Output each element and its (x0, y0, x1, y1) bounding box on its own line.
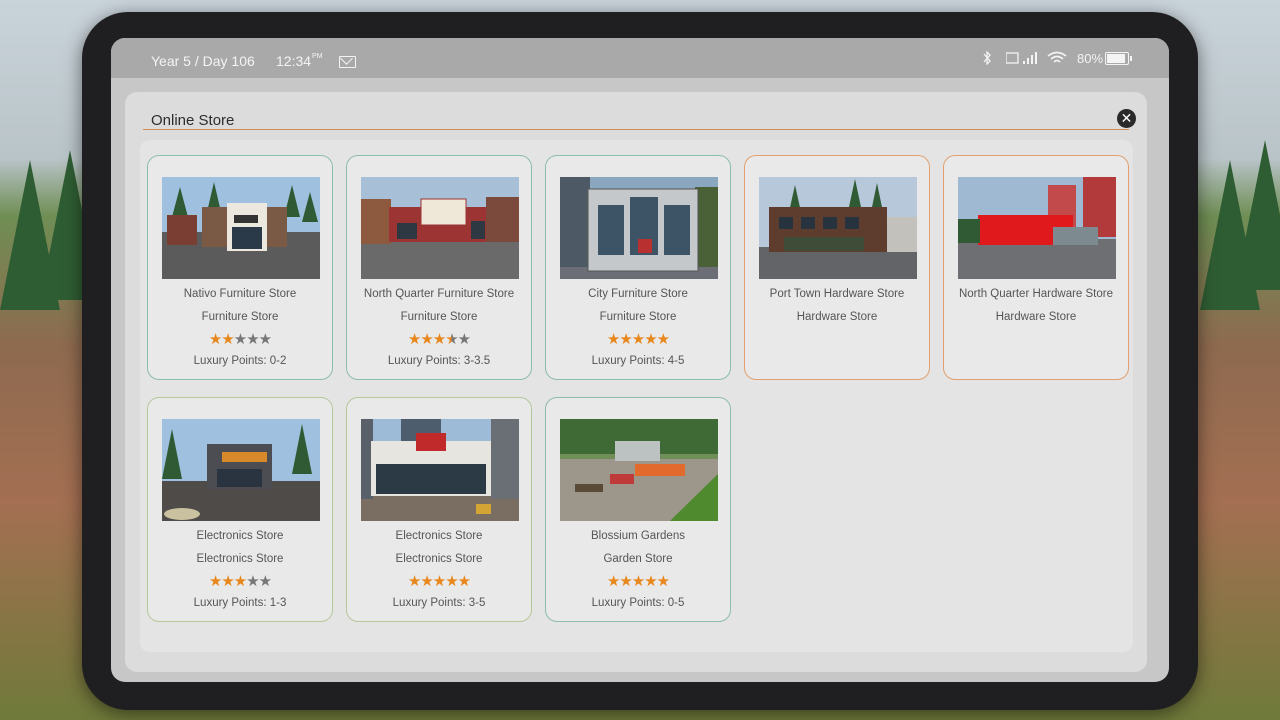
store-card[interactable]: City Furniture Store Furniture Store ★★★★★… (545, 155, 731, 380)
star-icon: ★ (445, 331, 458, 348)
star-icon: ★ (606, 331, 620, 348)
store-name: Nativo Furniture Store (183, 288, 297, 300)
store-category: Furniture Store (400, 311, 478, 323)
store-category: Furniture Store (599, 311, 677, 323)
luxury-points: Luxury Points: 0-5 (591, 597, 685, 609)
time-label: 12:34 (276, 53, 312, 69)
store-name: Electronics Store (395, 530, 483, 542)
wifi-icon (1047, 51, 1067, 68)
star-icon: ★ (445, 573, 458, 590)
star-icon: ★ (258, 331, 272, 348)
star-icon: ★ (631, 331, 645, 348)
battery-fill (1107, 54, 1125, 63)
store-name: Port Town Hardware Store (769, 288, 905, 300)
store-thumbnail (560, 419, 718, 521)
store-thumbnail (958, 177, 1116, 279)
star-icon: ★ (432, 573, 446, 590)
luxury-points: Luxury Points: 1-3 (193, 597, 287, 609)
store-category: Electronics Store (395, 553, 483, 565)
star-rating: ★★★★★ (546, 572, 730, 590)
luxury-points: Luxury Points: 4-5 (591, 355, 685, 367)
battery-icon (1105, 52, 1132, 65)
star-icon: ★ (233, 573, 247, 590)
store-card[interactable]: North Quarter Furniture Store Furniture S… (346, 155, 532, 380)
star-rating: ★★★★★ (546, 330, 730, 348)
store-category: Electronics Store (196, 553, 284, 565)
clock: 12:34PM (276, 53, 323, 69)
star-icon: ★ (644, 331, 657, 348)
store-category: Furniture Store (201, 311, 279, 323)
store-card[interactable]: Nativo Furniture Store Furniture Store ★★★… (147, 155, 333, 380)
star-rating: ★★★★★ (148, 572, 332, 590)
store-card[interactable]: Electronics Store Electronics Store ★★★★★ L… (147, 397, 333, 622)
window-title: Online Store (151, 112, 235, 129)
store-card[interactable]: Port Town Hardware Store Hardware Store (744, 155, 930, 380)
star-icon: ★ (457, 573, 471, 590)
store-grid: Nativo Furniture Store Furniture Store ★★★… (140, 140, 1133, 652)
star-icon: ★ (258, 573, 272, 590)
star-icon: ★ (432, 331, 446, 348)
star-icon: ★ (644, 573, 657, 590)
store-name: Blossium Gardens (591, 530, 685, 542)
online-store-window: Online Store ✕ Nativo Furniture Store Fur… (125, 92, 1147, 672)
star-icon: ★ (619, 573, 632, 590)
star-icon: ★ (221, 573, 234, 590)
store-thumbnail (560, 177, 718, 279)
star-icon: ★ (407, 573, 421, 590)
store-card[interactable]: North Quarter Hardware Store Hardware Sto… (943, 155, 1129, 380)
battery-percent: 80% (1077, 51, 1104, 66)
star-icon: ★ (208, 331, 222, 348)
store-thumbnail (361, 177, 519, 279)
star-icon: ★ (208, 573, 222, 590)
star-icon: ★ (619, 331, 632, 348)
mail-icon[interactable] (339, 56, 356, 68)
bluetooth-icon (981, 50, 993, 68)
store-thumbnail (759, 177, 917, 279)
luxury-points: Luxury Points: 3-5 (392, 597, 486, 609)
store-category: Hardware Store (995, 311, 1077, 323)
luxury-points: Luxury Points: 0-2 (193, 355, 287, 367)
star-icon: ★ (420, 573, 433, 590)
store-category: Hardware Store (796, 311, 878, 323)
star-rating: ★★★★★ (148, 330, 332, 348)
date-label: Year 5 / Day 106 (151, 53, 255, 69)
tablet-screen: Year 5 / Day 106 12:34PM 80% Online Stor… (111, 38, 1169, 682)
star-icon: ★ (631, 573, 645, 590)
star-icon: ★ (246, 573, 259, 590)
star-icon: ★ (407, 331, 421, 348)
star-icon: ★ (246, 331, 259, 348)
star-icon: ★ (457, 331, 471, 348)
star-icon: ★ (656, 573, 670, 590)
star-icon: ★ (606, 573, 620, 590)
star-rating: ★★★★★ (347, 572, 531, 590)
status-bar: Year 5 / Day 106 12:34PM 80% (111, 38, 1169, 78)
store-name: Electronics Store (196, 530, 284, 542)
store-thumbnail (162, 177, 320, 279)
signal-icon (1005, 51, 1038, 68)
time-suffix: PM (312, 53, 323, 60)
store-name: North Quarter Furniture Store (363, 288, 515, 300)
tree (1235, 140, 1280, 290)
star-icon: ★ (221, 331, 234, 348)
store-category: Garden Store (603, 553, 673, 565)
store-name: North Quarter Hardware Store (958, 288, 1114, 300)
store-card[interactable]: Blossium Gardens Garden Store ★★★★★ Luxury … (545, 397, 731, 622)
close-icon[interactable]: ✕ (1117, 109, 1136, 128)
store-name: City Furniture Store (588, 288, 688, 300)
star-icon: ★ (233, 331, 247, 348)
store-thumbnail (361, 419, 519, 521)
luxury-points: Luxury Points: 3-3.5 (387, 355, 491, 367)
store-card[interactable]: Electronics Store Electronics Store ★★★★★ L… (346, 397, 532, 622)
store-thumbnail (162, 419, 320, 521)
star-icon: ★ (656, 331, 670, 348)
title-divider (143, 129, 1129, 130)
star-rating: ★★★★★ (347, 330, 531, 348)
star-icon: ★ (420, 331, 433, 348)
